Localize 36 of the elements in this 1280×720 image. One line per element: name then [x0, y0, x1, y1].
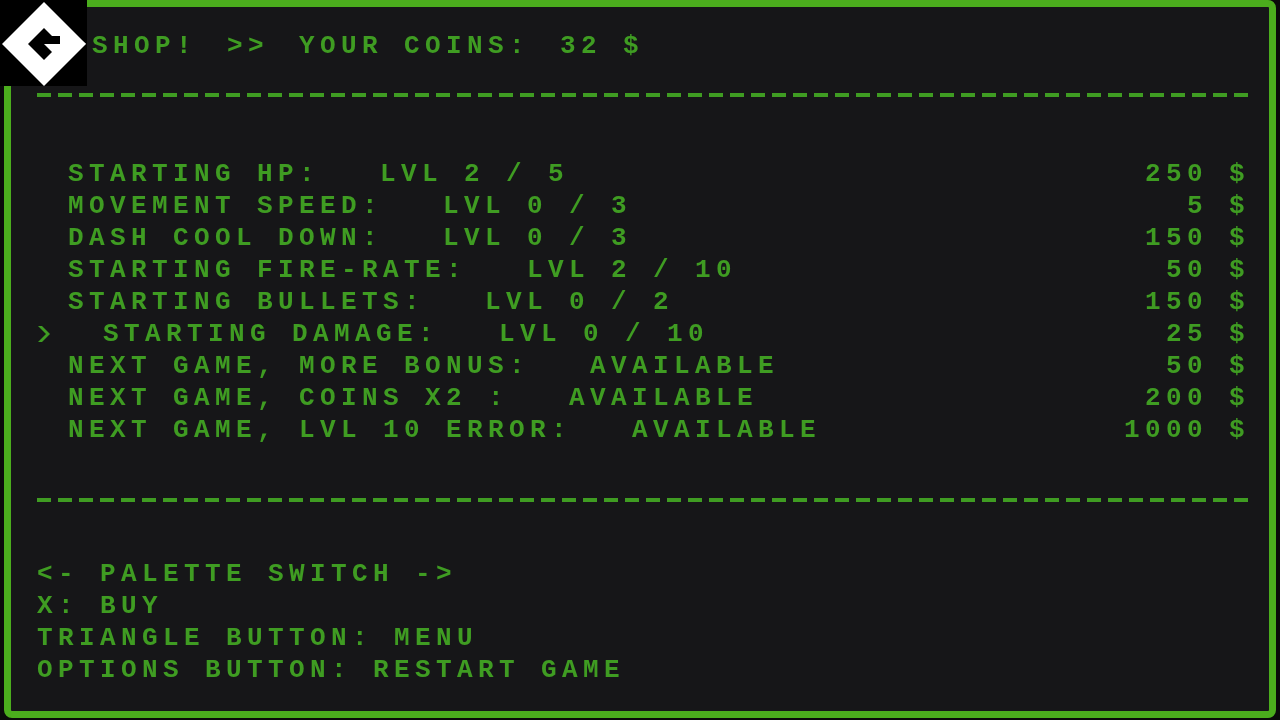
upgrade-status: LVL 0 / 2 [485, 286, 675, 318]
upgrade-menu-item[interactable]: STARTING HP: [68, 158, 321, 190]
upgrade-price: 25 $ [1166, 318, 1250, 350]
coins-value: 32 $ [560, 30, 645, 62]
control-hint: OPTIONS BUTTON: RESTART GAME [37, 654, 626, 686]
shop-title: SHOP! [92, 30, 197, 62]
upgrade-price: 50 $ [1166, 254, 1250, 286]
upgrade-price: 50 $ [1166, 350, 1250, 382]
upgrade-price: 150 $ [1145, 222, 1250, 254]
upgrade-status: AVAILABLE [590, 350, 780, 382]
control-hint: TRIANGLE BUTTON: MENU [37, 622, 479, 654]
upgrade-status: LVL 0 / 10 [499, 318, 710, 350]
upgrade-menu-item[interactable]: MOVEMENT SPEED: [68, 190, 384, 222]
coins-label: YOUR COINS: [299, 30, 531, 62]
upgrade-status: LVL 0 / 3 [443, 190, 633, 222]
upgrade-price: 200 $ [1145, 382, 1250, 414]
upgrade-menu-item[interactable]: STARTING BULLETS: [68, 286, 426, 318]
upgrade-status: AVAILABLE [632, 414, 822, 446]
upgrade-price: 5 $ [1187, 190, 1250, 222]
upgrade-menu-item[interactable]: STARTING DAMAGE: [38, 318, 440, 350]
separator-text: >> [227, 30, 270, 62]
control-hint: X: BUY [37, 590, 163, 622]
upgrade-status: LVL 0 / 3 [443, 222, 633, 254]
upgrade-menu-item[interactable]: NEXT GAME, LVL 10 ERROR: [68, 414, 573, 446]
upgrade-menu-item[interactable]: DASH COOL DOWN: [68, 222, 384, 254]
upgrade-status: LVL 2 / 5 [380, 158, 570, 190]
upgrade-price: 250 $ [1145, 158, 1250, 190]
control-hint: <- PALETTE SWITCH -> [37, 558, 458, 590]
upgrade-menu-item[interactable]: STARTING FIRE-RATE: [68, 254, 468, 286]
upgrade-status: AVAILABLE [569, 382, 759, 414]
upgrade-price: 1000 $ [1124, 414, 1250, 446]
upgrade-menu-item[interactable]: NEXT GAME, MORE BONUS: [68, 350, 531, 382]
upgrade-status: LVL 2 / 10 [527, 254, 738, 286]
upgrade-price: 150 $ [1145, 286, 1250, 318]
cursor-icon [38, 326, 50, 342]
upgrade-menu-item[interactable]: NEXT GAME, COINS X2 : [68, 382, 510, 414]
